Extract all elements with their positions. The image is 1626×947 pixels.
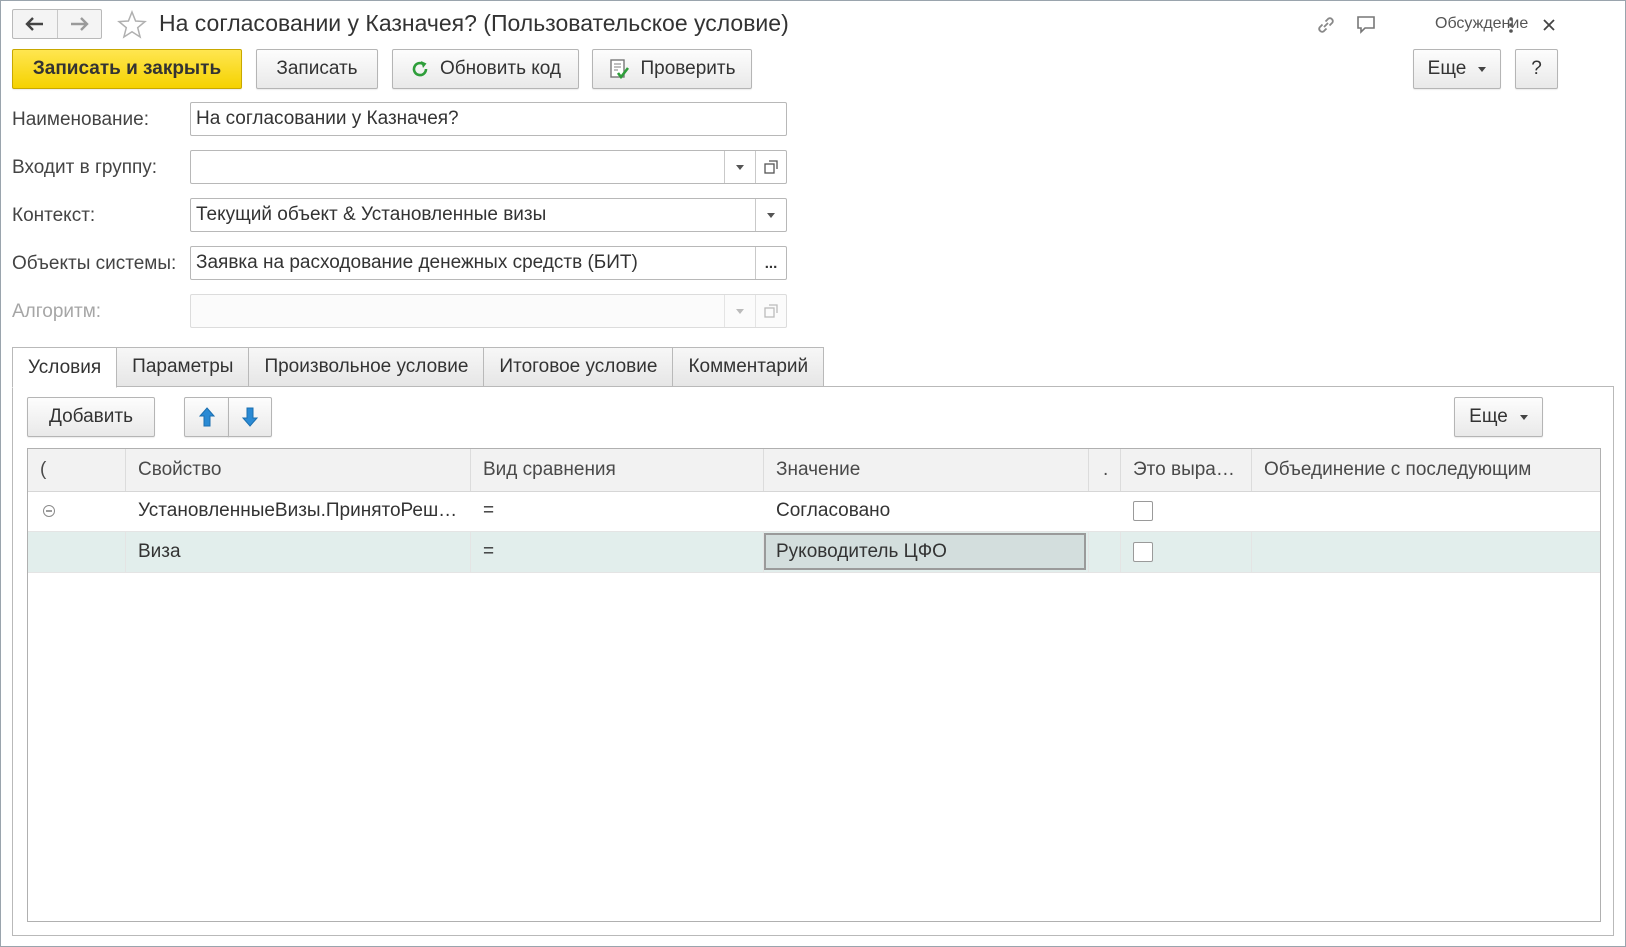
tab-conditions[interactable]: Условия [12, 347, 118, 388]
tab-comment[interactable]: Комментарий [673, 347, 825, 387]
property-cell[interactable]: УстановленныеВизы.ПринятоРеш… [126, 491, 471, 531]
algorithm-label: Алгоритм: [12, 301, 102, 322]
objects-value: Заявка на расходование денежных средств … [196, 252, 638, 273]
name-label: Наименование: [12, 109, 149, 130]
algorithm-field [190, 294, 787, 328]
form-window: На согласовании у Казначея? (Пользовател… [0, 0, 1626, 947]
more-button[interactable]: Еще [1413, 49, 1501, 89]
link-icon[interactable] [1313, 13, 1339, 37]
is-expression-checkbox[interactable] [1133, 501, 1153, 521]
union-cell[interactable] [1252, 491, 1600, 531]
column-header-value[interactable]: Значение [764, 449, 1089, 491]
navigation-buttons [12, 9, 102, 39]
arrow-right-icon [71, 17, 89, 31]
union-cell[interactable] [1252, 532, 1600, 572]
window-title: На согласовании у Казначея? (Пользовател… [159, 10, 789, 36]
discussion-icon[interactable] [1353, 13, 1379, 37]
context-field[interactable]: Текущий объект & Установленные визы [190, 198, 787, 232]
arrow-down-icon [241, 407, 259, 427]
refresh-icon [410, 59, 430, 79]
is-expression-cell[interactable] [1121, 532, 1252, 572]
tab-parameters[interactable]: Параметры [117, 347, 250, 387]
title-bar: На согласовании у Казначея? (Пользовател… [1, 1, 1625, 47]
close-icon[interactable] [1539, 13, 1559, 37]
value-edit-cell[interactable]: Руководитель ЦФО [764, 533, 1086, 570]
is-expression-checkbox[interactable] [1133, 542, 1153, 562]
save-label: Записать [276, 58, 358, 79]
save-and-close-label: Записать и закрыть [32, 58, 222, 79]
chevron-down-icon [767, 212, 775, 218]
save-button[interactable]: Записать [256, 49, 378, 89]
back-button[interactable] [13, 10, 57, 38]
open-window-icon [764, 304, 778, 318]
forward-button[interactable] [56, 10, 102, 38]
comparison-cell[interactable]: = [471, 491, 764, 531]
table-row[interactable]: Виза = Руководитель ЦФО [28, 532, 1600, 573]
column-header-is-expression[interactable]: Это выра… [1121, 449, 1252, 491]
tab-bar: Условия Параметры Произвольное условие И… [12, 347, 825, 388]
objects-field[interactable]: Заявка на расходование денежных средств … [190, 246, 787, 280]
conditions-more-label: Еще [1469, 406, 1508, 427]
is-expression-cell[interactable] [1121, 491, 1252, 531]
algorithm-open-button [755, 295, 786, 327]
add-button[interactable]: Добавить [27, 397, 155, 437]
check-label: Проверить [640, 58, 736, 79]
collapse-icon[interactable] [28, 491, 126, 531]
refresh-code-button[interactable]: Обновить код [392, 49, 579, 89]
chevron-down-icon [1519, 414, 1528, 420]
column-divider [1088, 532, 1089, 572]
conditions-table[interactable]: ( Свойство Вид сравнения Значение . Это … [27, 448, 1601, 922]
help-label: ? [1531, 58, 1542, 79]
chevron-down-icon [1478, 66, 1487, 72]
tab-custom-condition[interactable]: Произвольное условие [249, 347, 485, 387]
column-header-comparison[interactable]: Вид сравнения [471, 449, 764, 491]
column-header-property[interactable]: Свойство [126, 449, 471, 491]
objects-label: Объекты системы: [12, 253, 177, 274]
group-field[interactable] [190, 150, 787, 184]
group-label: Входит в группу: [12, 157, 158, 178]
chevron-down-icon [736, 308, 744, 314]
arrow-left-icon [25, 17, 43, 31]
add-label: Добавить [49, 406, 133, 427]
algorithm-dropdown-button [724, 295, 755, 327]
objects-select-button[interactable]: ... [755, 247, 786, 279]
property-cell[interactable]: Виза [126, 532, 471, 572]
refresh-code-label: Обновить код [439, 58, 562, 79]
save-and-close-button[interactable]: Записать и закрыть [12, 49, 242, 89]
context-value: Текущий объект & Установленные визы [196, 204, 547, 225]
context-label: Контекст: [12, 205, 96, 226]
favorite-star-icon[interactable] [117, 9, 147, 40]
more-vertical-icon[interactable] [1501, 13, 1521, 37]
check-button[interactable]: Проверить [592, 49, 752, 89]
more-label: Еще [1427, 58, 1467, 79]
move-up-button[interactable] [184, 397, 229, 437]
group-dropdown-button[interactable] [724, 151, 755, 183]
name-field[interactable]: На согласовании у Казначея? [190, 102, 787, 136]
value-cell[interactable]: Согласовано [764, 491, 1089, 531]
conditions-more-button[interactable]: Еще [1454, 397, 1543, 437]
column-header-union[interactable]: Объединение с последующим [1252, 449, 1600, 491]
tab-final-condition[interactable]: Итоговое условие [484, 347, 674, 387]
context-dropdown-button[interactable] [755, 199, 786, 231]
move-down-button[interactable] [228, 397, 272, 437]
table-row[interactable]: УстановленныеВизы.ПринятоРеш… = Согласов… [28, 491, 1600, 532]
comparison-cell[interactable]: = [471, 532, 764, 572]
check-document-icon [608, 58, 630, 80]
name-value: На согласовании у Казначея? [196, 108, 459, 129]
table-header: ( Свойство Вид сравнения Значение . Это … [28, 449, 1600, 492]
column-header-dot[interactable]: . [1089, 449, 1121, 491]
column-header-bracket[interactable]: ( [28, 449, 126, 491]
chevron-down-icon [736, 164, 744, 170]
arrow-up-icon [198, 407, 215, 427]
help-button[interactable]: ? [1515, 49, 1558, 89]
group-open-button[interactable] [755, 151, 786, 183]
open-window-icon [764, 160, 778, 174]
